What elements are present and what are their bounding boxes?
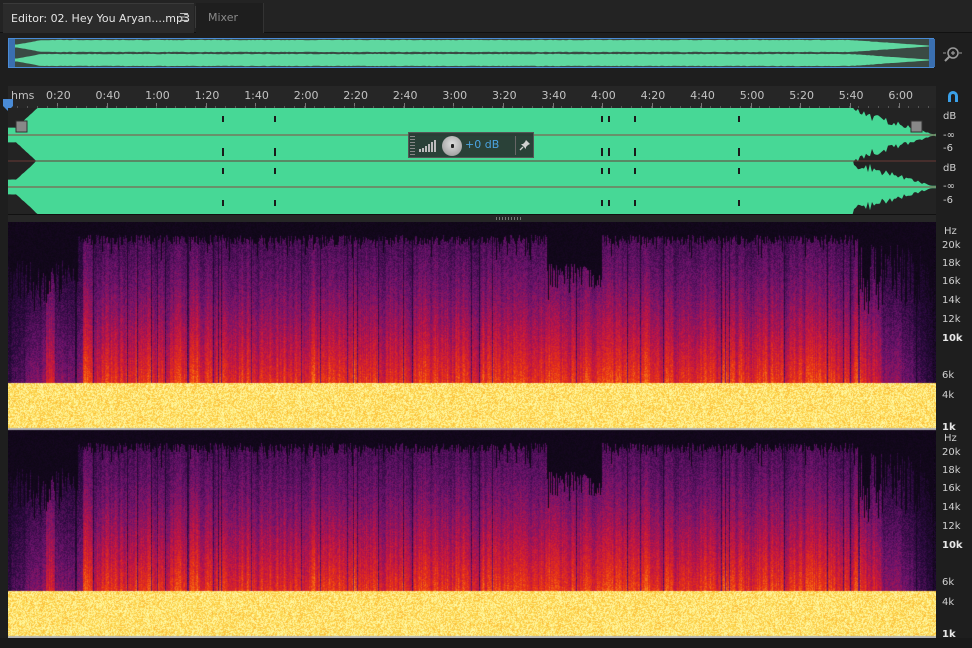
db-label-inf-top: -∞ [943, 130, 955, 141]
ruler-tick-label: 3:00 [442, 89, 468, 102]
hz-tick-label: 6k [942, 370, 955, 381]
splitter-grip[interactable] [496, 217, 522, 220]
tab-editor-label: Editor: 02. Hey You Aryan....mp3 [11, 12, 191, 25]
panel-splitter[interactable] [8, 214, 936, 222]
spectrogram-canvas [8, 222, 936, 638]
volume-value: +0 dB [465, 138, 500, 151]
db-scale: dB -∞ -6 dB -∞ -6 [936, 108, 972, 214]
db-unit-bottom: dB [943, 163, 957, 174]
ruler-tick-label: 2:00 [293, 89, 319, 102]
magnet-icon[interactable] [944, 88, 962, 106]
ruler-tick-label: 4:20 [640, 89, 666, 102]
tab-mixer[interactable]: Mixer [196, 3, 264, 33]
ruler-tick-label: 1:40 [244, 89, 269, 102]
ruler-unit-label: hms [11, 89, 35, 102]
hz-tick-label: 14k [942, 502, 961, 513]
db-unit-top: dB [943, 111, 957, 122]
hz-tick-label: 16k [942, 276, 961, 287]
hz-tick-label: 18k [942, 465, 961, 476]
pin-icon[interactable] [519, 139, 531, 151]
hz-tick-label: 18k [942, 258, 961, 269]
level-bars-icon [419, 140, 436, 152]
ruler-tick-label: 3:40 [541, 89, 567, 102]
ruler-tick-label: 0:20 [46, 89, 71, 102]
db-label-inf-bottom: -∞ [943, 181, 955, 192]
ruler-tick-label: 4:00 [591, 89, 616, 102]
hz-tick-label: 12k [942, 521, 961, 532]
hz-unit-label: Hz [944, 433, 957, 444]
ruler-tick-label: 2:20 [343, 89, 368, 102]
tab-bar: Editor: 02. Hey You Aryan....mp3 ☰ Mixer [0, 0, 972, 33]
tab-menu-icon[interactable]: ☰ [179, 11, 189, 24]
hz-tick-label: 14k [942, 295, 961, 306]
playhead-icon[interactable] [3, 96, 13, 111]
tab-editor[interactable]: Editor: 02. Hey You Aryan....mp3 ☰ [3, 3, 194, 33]
overview-waveform [9, 39, 935, 67]
hz-tick-label: 10k [942, 333, 963, 344]
hud-divider [515, 136, 516, 155]
hz-tick-label: 1k [942, 422, 956, 433]
hz-tick-label: 20k [942, 447, 961, 458]
ruler-tick-label: 1:20 [194, 89, 220, 102]
ruler-tick-label: 5:00 [739, 89, 765, 102]
hz-tick-label: 16k [942, 483, 961, 494]
hud-drag-handle[interactable] [410, 135, 415, 155]
waveform-display [8, 108, 936, 214]
ruler-tick-label: 0:40 [95, 89, 121, 102]
tab-mixer-label: Mixer [208, 11, 239, 24]
ruler-tick-label: 6:00 [888, 89, 914, 102]
hz-tick-label: 20k [942, 240, 961, 251]
zoom-icon[interactable] [942, 44, 962, 64]
status-strip [0, 638, 972, 648]
hz-tick-label: 12k [942, 314, 961, 325]
volume-knob[interactable] [442, 136, 462, 156]
hz-unit-label: Hz [944, 226, 957, 237]
ruler-tick-label: 3:20 [491, 89, 517, 102]
frequency-scale: Hz 20k 18k 16k 14k 12k 10k 6k 4k 1k Hz 20k 18k 16k 14k… [936, 222, 972, 640]
ruler-tick-label: 5:40 [838, 89, 864, 102]
ruler-tick-label: 4:40 [690, 89, 715, 102]
spectral-display[interactable] [8, 222, 936, 638]
waveform-panel[interactable] [8, 108, 936, 214]
ruler-tick-label: 5:20 [789, 89, 814, 102]
hz-tick-label: 10k [942, 540, 963, 551]
db-label-6-top: -6 [943, 143, 953, 154]
ruler-tick-label: 1:00 [145, 89, 170, 102]
hz-tick-label: 4k [942, 597, 955, 608]
timeline-ruler[interactable]: hms 0:20 0:40 1:00 1:20 1:40 2:00 2:20 2:40 3:00… [8, 86, 936, 108]
hz-tick-label: 4k [942, 390, 955, 401]
volume-hud[interactable]: +0 dB [408, 132, 534, 158]
ruler-tick-label: 2:40 [392, 89, 418, 102]
hz-tick-label: 6k [942, 577, 955, 588]
overview-navigator[interactable] [8, 38, 935, 68]
db-label-6-bottom: -6 [943, 195, 953, 206]
